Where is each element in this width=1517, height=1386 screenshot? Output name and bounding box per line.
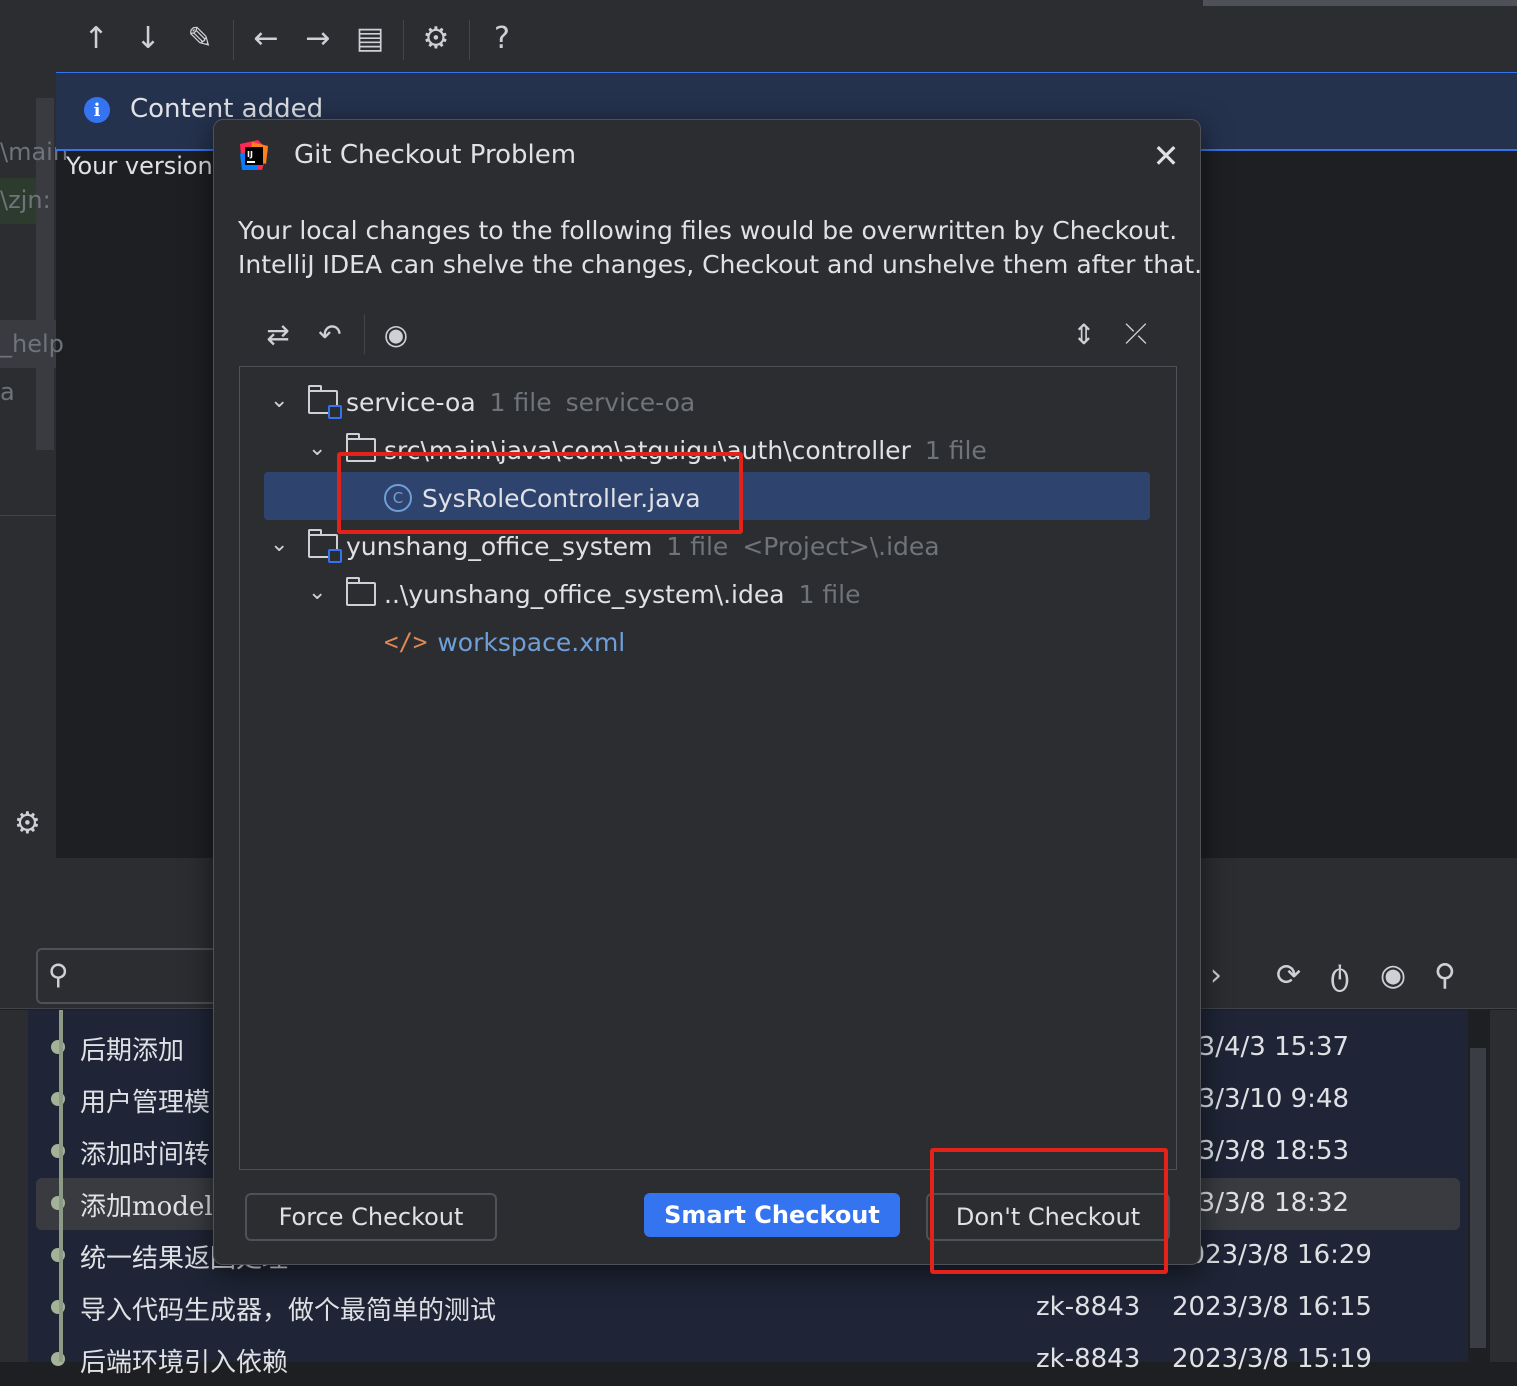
- module-folder-icon: [308, 529, 342, 563]
- refresh-icon[interactable]: ⟳: [1276, 958, 1301, 993]
- force-checkout-button[interactable]: Force Checkout: [245, 1193, 497, 1241]
- arrow-left-icon[interactable]: ←: [246, 16, 286, 60]
- banner-subtext: Your version: [66, 152, 213, 180]
- info-icon: i: [84, 97, 110, 123]
- commit-date: 2023/3/8 15:19: [1172, 1344, 1372, 1374]
- document-icon[interactable]: ▤: [350, 16, 390, 60]
- tree-node-label: service-oa: [346, 387, 476, 417]
- eye-icon[interactable]: ◉: [376, 314, 416, 354]
- tree-node-count: 1 file: [798, 579, 861, 609]
- tree-node-directory[interactable]: ..\yunshang_office_system\.idea 1 file: [346, 572, 861, 616]
- commit-message: 后期添加: [80, 1036, 185, 1066]
- tree-node-count: 1 file: [666, 531, 729, 561]
- dialog-message-line1: Your local changes to the following file…: [238, 216, 1178, 245]
- tree-node-label: workspace.xml: [437, 627, 626, 657]
- folder-icon: [346, 577, 376, 606]
- chevron-right-icon[interactable]: ›: [1210, 958, 1222, 993]
- commit-message: 导入代码生成器，做个最简单的测试: [80, 1296, 497, 1326]
- commit-message: 添加model: [80, 1192, 213, 1222]
- commit-date: 2023/3/8 16:29: [1172, 1240, 1372, 1270]
- toolbar-separator: [364, 314, 365, 354]
- xml-file-icon: </>: [384, 628, 428, 656]
- help-icon[interactable]: ?: [482, 16, 522, 60]
- highlight-box: [337, 452, 743, 534]
- toolbar-separator: [403, 20, 404, 60]
- close-icon[interactable]: ✕: [1148, 137, 1184, 175]
- commit-author: zk-8843: [1036, 1292, 1141, 1322]
- commit-message: 用户管理模: [80, 1088, 211, 1118]
- search-icon[interactable]: ⚲: [1434, 958, 1456, 993]
- top-toolbar: ↑ ↓ ✎ ← → ▤ ⚙ ?: [56, 0, 1517, 72]
- rollback-icon[interactable]: ↶: [310, 314, 350, 354]
- commit-row[interactable]: 导入代码生成器，做个最简单的测试 zk-8843 2023/3/8 16:15: [28, 1282, 1468, 1334]
- tree-node-extra: service-oa: [565, 387, 696, 417]
- right-edge: [1490, 1010, 1517, 1362]
- commit-date: 2023/3/8 16:15: [1172, 1292, 1372, 1322]
- commit-row[interactable]: 后端环境引入依赖 zk-8843 2023/3/8 15:19: [28, 1334, 1468, 1386]
- module-folder-icon: [308, 385, 342, 419]
- eye-icon[interactable]: ◉: [1380, 958, 1406, 993]
- commit-graph-line: [59, 1010, 63, 1362]
- dialog-message-line2: IntelliJ IDEA can shelve the changes, Ch…: [238, 250, 1203, 279]
- dialog-title: Git Checkout Problem: [294, 140, 577, 170]
- expand-all-icon[interactable]: ⇕: [1064, 314, 1104, 354]
- tree-node-extra: <Project>\.idea: [742, 531, 940, 561]
- chevron-down-icon[interactable]: ⌄: [270, 388, 288, 413]
- toolbar-separator: [469, 20, 470, 60]
- log-scrollbar[interactable]: [1470, 1048, 1486, 1348]
- arrow-down-icon[interactable]: ↓: [128, 16, 168, 60]
- search-icon: ⚲: [48, 958, 69, 991]
- tree-node-label: ..\yunshang_office_system\.idea: [384, 579, 785, 609]
- highlight-box: [930, 1148, 1168, 1274]
- pencil-icon[interactable]: ✎: [180, 16, 220, 60]
- gear-icon[interactable]: ⚙: [14, 806, 41, 841]
- chevron-down-icon[interactable]: ⌄: [270, 532, 288, 557]
- collapse-all-icon[interactable]: ⤫: [1116, 314, 1156, 354]
- commit-author: zk-8843: [1036, 1344, 1141, 1374]
- cherry-pick-icon[interactable]: ტ: [1330, 958, 1350, 993]
- left-fragment-help: _help: [0, 330, 64, 358]
- arrow-right-icon[interactable]: →: [298, 16, 338, 60]
- svg-text:IJ: IJ: [247, 150, 253, 159]
- left-fragment-a: a: [0, 378, 15, 406]
- top-scrollbar[interactable]: [1203, 0, 1517, 6]
- left-edge: [0, 1010, 28, 1362]
- intellij-logo-icon: IJ: [240, 140, 268, 170]
- toolbar-separator: [233, 20, 234, 60]
- tree-node-count: 1 file: [489, 387, 552, 417]
- arrow-up-icon[interactable]: ↑: [76, 16, 116, 60]
- divider: [0, 515, 56, 516]
- chevron-down-icon[interactable]: ⌄: [308, 580, 326, 605]
- tree-node-label: yunshang_office_system: [346, 531, 653, 561]
- merge-icon[interactable]: ⇄: [258, 314, 298, 354]
- commit-message: 添加时间转: [80, 1140, 211, 1170]
- tree-node-module[interactable]: service-oa 1 file service-oa: [308, 380, 695, 424]
- gear-icon[interactable]: ⚙: [416, 16, 456, 60]
- smart-checkout-button[interactable]: Smart Checkout: [644, 1193, 900, 1237]
- left-fragment-zjn: \zjn:: [0, 186, 51, 214]
- chevron-down-icon[interactable]: ⌄: [308, 436, 326, 461]
- tree-node-count: 1 file: [924, 435, 987, 465]
- tree-node-file[interactable]: </> workspace.xml: [384, 620, 625, 664]
- commit-message: 后端环境引入依赖: [80, 1348, 289, 1378]
